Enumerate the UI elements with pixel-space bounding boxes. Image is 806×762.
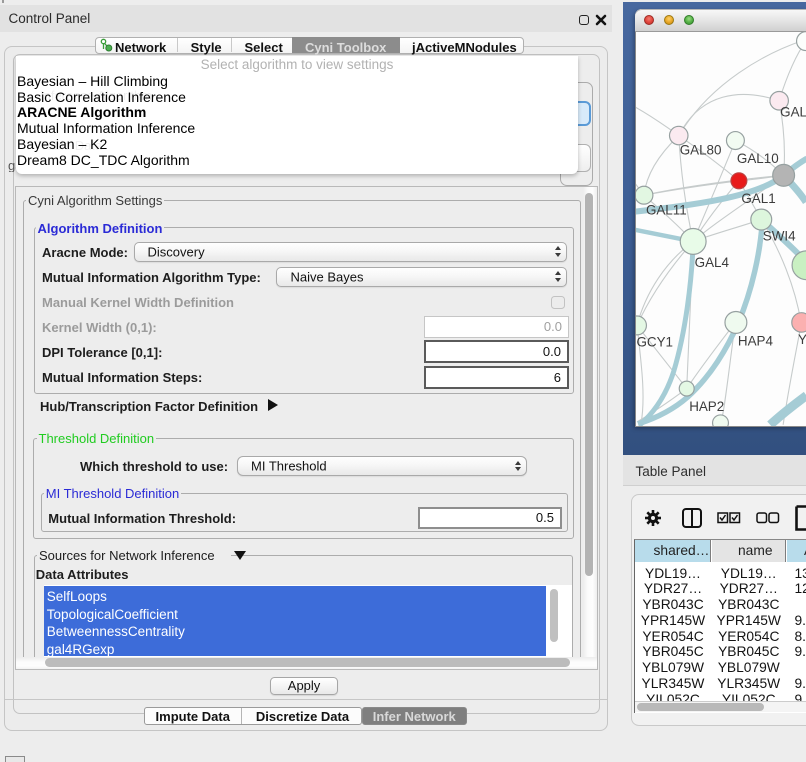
svg-text:SWI4: SWI4 <box>762 228 795 243</box>
svg-text:GAL1: GAL1 <box>741 191 775 206</box>
svg-text:YP: YP <box>798 331 806 346</box>
svg-text:GAL10: GAL10 <box>736 150 778 165</box>
svg-text:GAL80: GAL80 <box>679 142 721 157</box>
svg-text:GAL2: GAL2 <box>780 104 806 119</box>
svg-text:GAL11: GAL11 <box>645 202 686 217</box>
svg-text:HAP4: HAP4 <box>737 333 773 348</box>
svg-text:GAL4: GAL4 <box>694 254 729 269</box>
svg-text:HAP2: HAP2 <box>689 398 724 413</box>
svg-text:GCY1: GCY1 <box>636 334 673 349</box>
